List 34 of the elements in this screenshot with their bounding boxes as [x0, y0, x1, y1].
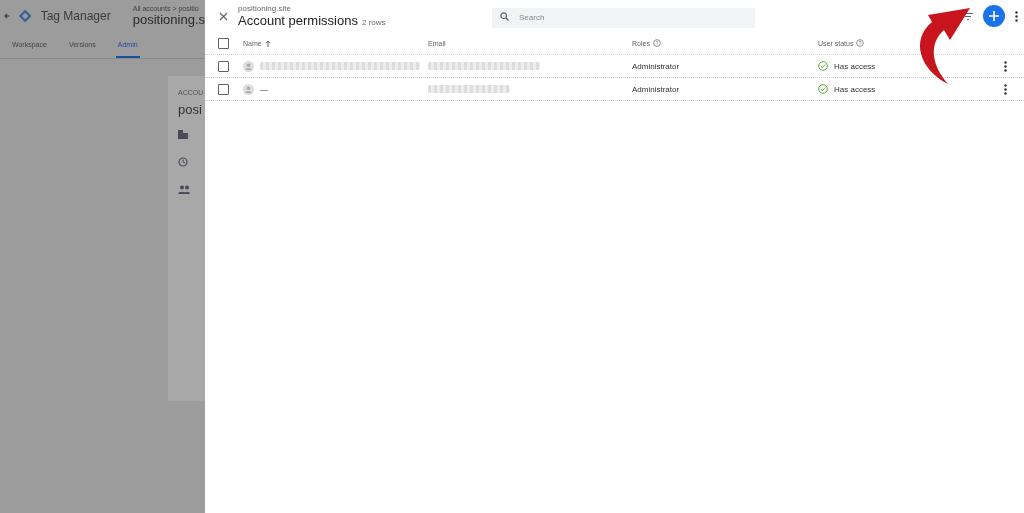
role-text: Administrator [632, 84, 681, 94]
avatar-icon [243, 60, 254, 72]
history-icon[interactable] [178, 157, 188, 167]
search-field[interactable]: Search [492, 7, 755, 28]
select-all-checkbox[interactable] [218, 37, 229, 49]
more-icon[interactable] [1004, 83, 1007, 95]
diamond-logo-icon [18, 7, 33, 25]
status-text: Has access [834, 84, 876, 94]
container-name: positioning.s [132, 12, 205, 27]
help-icon [652, 39, 661, 47]
account-name: posi [178, 102, 203, 117]
back-arrow-icon[interactable] [4, 12, 11, 20]
status-text: Has access [834, 61, 876, 71]
avatar-icon [243, 83, 254, 95]
row-checkbox[interactable] [218, 60, 229, 72]
building-icon[interactable] [178, 129, 188, 139]
plus-icon [989, 11, 999, 21]
panel-title: Account permissions [238, 13, 358, 28]
row-count: 2 rows [361, 18, 386, 27]
panel-subtitle: positioning.site [238, 4, 292, 13]
close-icon[interactable] [219, 11, 228, 21]
help-icon [856, 39, 865, 47]
more-icon[interactable] [1015, 10, 1018, 22]
row-checkbox[interactable] [218, 83, 229, 95]
check-circle-icon [818, 61, 828, 71]
role-text: Administrator [632, 61, 681, 71]
user-name: — [260, 84, 268, 94]
sort-arrow-icon[interactable] [264, 39, 271, 47]
search-icon [500, 11, 509, 21]
app-title: Tag Manager [40, 9, 111, 23]
add-button[interactable] [983, 5, 1005, 27]
people-icon[interactable] [178, 185, 190, 194]
check-circle-icon [818, 84, 828, 94]
more-icon[interactable] [1004, 60, 1007, 72]
